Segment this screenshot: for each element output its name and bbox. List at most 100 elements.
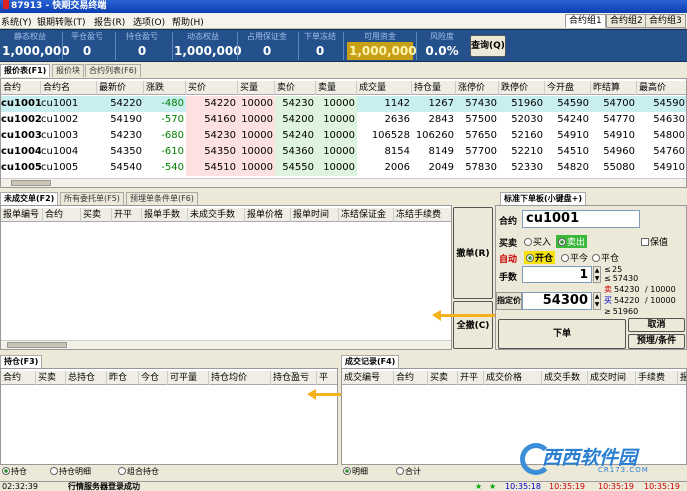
quote-horizontal-scrollbar[interactable]: [1, 178, 686, 187]
tab-standard-order[interactable]: 标准下单板(小键盘+): [500, 192, 587, 205]
menu-options[interactable]: 选项(O): [133, 15, 165, 28]
orders-col-header[interactable]: 买卖: [81, 208, 112, 222]
open-radio[interactable]: 开仓: [524, 251, 556, 264]
tab-positions[interactable]: 持仓(F3): [0, 355, 43, 368]
tab-group-2[interactable]: 合约组2: [606, 14, 647, 28]
quote-col-header[interactable]: 持仓量: [412, 81, 456, 95]
tab-quote-table[interactable]: 报价表(F1): [0, 64, 51, 77]
tab-trades-detail[interactable]: 明细: [343, 466, 368, 479]
quote-col-header[interactable]: 涨停价: [456, 81, 499, 95]
cancel-order-button[interactable]: 撤单(R): [453, 207, 493, 299]
price-limit-row[interactable]: 卖 54230 / 10000: [604, 284, 686, 295]
preset-order-button[interactable]: 预埋/条件: [628, 334, 685, 349]
quote-col-header[interactable]: 最新价: [97, 81, 144, 95]
quote-col-header[interactable]: 买价: [186, 81, 238, 95]
tab-contract-list[interactable]: 合约列表(F6): [85, 64, 141, 77]
submit-order-button[interactable]: 下单: [498, 319, 626, 349]
orders-col-header[interactable]: 报单编号: [1, 208, 43, 222]
quote-col-header[interactable]: 卖量: [316, 81, 357, 95]
order-entry-panel: 合约 cu1001 买卖 买入 卖出 保值 自动 开仓 平今 平仓 手数 1 ▲…: [495, 205, 687, 350]
positions-col-header[interactable]: 平: [317, 371, 337, 385]
price-limit-row[interactable]: ≥51960: [604, 306, 686, 317]
quote-row[interactable]: cu1004 cu1004 54350 -610 54350 10000 54360 1000…: [1, 144, 686, 160]
quote-cell: 54700: [603, 98, 635, 109]
trades-col-header[interactable]: 开平: [458, 371, 484, 385]
buy-radio[interactable]: 买入: [524, 235, 551, 248]
account-summary: 静态权益 1,000,000 平仓盈亏 0 持仓盈亏 0 动态权益 1,000,000 …: [0, 29, 687, 62]
query-button[interactable]: 查询(Q): [470, 35, 506, 57]
quote-col-header[interactable]: 最高价: [637, 81, 686, 95]
orders-col-header[interactable]: 报单时间: [291, 208, 339, 222]
quote-col-header[interactable]: 涨跌: [144, 81, 186, 95]
menu-system[interactable]: 系统(Y): [1, 15, 32, 28]
orders-col-header[interactable]: 报单价格: [245, 208, 291, 222]
positions-col-header[interactable]: 昨仓: [107, 371, 139, 385]
quote-cell: 52160: [511, 130, 543, 141]
orders-col-header[interactable]: 报单手数: [142, 208, 188, 222]
orders-col-header[interactable]: 合约: [43, 208, 81, 222]
positions-col-header[interactable]: 持仓盈亏: [271, 371, 317, 385]
trades-col-header[interactable]: 成交手数: [542, 371, 588, 385]
preserve-checkbox[interactable]: 保值: [641, 235, 668, 248]
quote-row[interactable]: cu1002 cu1002 54190 -570 54160 10000 54200 1000…: [1, 112, 686, 128]
quote-col-header[interactable]: 卖价: [275, 81, 316, 95]
quote-col-header[interactable]: 跌停价: [499, 81, 545, 95]
quote-col-header[interactable]: 买量: [238, 81, 275, 95]
price-spinner[interactable]: ▲ ▼: [593, 292, 601, 310]
menu-help[interactable]: 帮助(H): [172, 15, 204, 28]
tab-trades[interactable]: 成交记录(F4): [341, 355, 400, 368]
close-radio[interactable]: 平仓: [592, 251, 619, 264]
tab-preset-orders[interactable]: 预埋单条件单(F6): [126, 192, 198, 205]
qty-input[interactable]: 1: [522, 266, 592, 283]
menu-bank-transfer[interactable]: 银期转账(T): [37, 15, 86, 28]
quote-col-header[interactable]: 昨结算: [591, 81, 637, 95]
orders-col-header[interactable]: 未成交手数: [188, 208, 245, 222]
positions-col-header[interactable]: 总持仓: [66, 371, 107, 385]
cancel-entry-button[interactable]: 取消: [628, 318, 685, 332]
price-limit-row[interactable]: 买 54220 / 10000: [604, 295, 686, 306]
sell-radio[interactable]: 卖出: [556, 235, 588, 248]
tab-quote-block[interactable]: 报价块: [52, 64, 84, 77]
positions-col-header[interactable]: 持仓均价: [209, 371, 271, 385]
orders-horizontal-scrollbar[interactable]: [1, 340, 451, 349]
trades-col-header[interactable]: 买卖: [428, 371, 458, 385]
trades-col-header[interactable]: 合约: [394, 371, 428, 385]
quote-row[interactable]: cu1005 cu1005 54540 -540 54510 10000 54550 1000…: [1, 160, 686, 176]
contract-input[interactable]: cu1001: [522, 210, 640, 228]
price-label[interactable]: 指定价: [496, 292, 522, 310]
orders-col-header[interactable]: 冻结手续费: [394, 208, 451, 222]
positions-col-header[interactable]: 买卖: [36, 371, 66, 385]
positions-col-header[interactable]: 今仓: [139, 371, 168, 385]
quote-row[interactable]: cu1001 cu1001 54220 -480 54220 10000 54230 1000…: [1, 96, 686, 112]
trades-col-header[interactable]: 成交编号: [342, 371, 394, 385]
orders-col-header[interactable]: 冻结保证金: [339, 208, 394, 222]
menu-report[interactable]: 报告(R): [94, 15, 125, 28]
positions-col-header[interactable]: 可平量: [168, 371, 209, 385]
price-input[interactable]: 54300: [522, 292, 592, 310]
tab-combo-positions[interactable]: 组合持仓: [118, 466, 159, 479]
tab-pending-orders[interactable]: 未成交单(F2): [0, 192, 59, 205]
trades-col-header[interactable]: 手续费: [636, 371, 678, 385]
tab-group-1[interactable]: 合约组1: [565, 14, 606, 28]
tab-trades-total[interactable]: 合计: [396, 466, 421, 479]
quote-col-header[interactable]: 合约名: [41, 81, 97, 95]
quote-col-header[interactable]: 合约: [1, 81, 41, 95]
tab-positions-summary[interactable]: 持仓: [2, 466, 27, 479]
trades-col-header[interactable]: 成交价格: [484, 371, 542, 385]
quote-row[interactable]: cu1003 cu1003 54230 -680 54230 10000 54240 1000…: [1, 128, 686, 144]
summary-risk: 风险度 0.0%: [425, 32, 459, 58]
orders-col-header[interactable]: 开平: [112, 208, 142, 222]
trades-col-header[interactable]: 报: [678, 371, 686, 385]
cancel-all-button[interactable]: 全撤(C): [453, 301, 493, 349]
tab-positions-detail[interactable]: 持仓明细: [50, 466, 91, 479]
tab-group-3[interactable]: 合约组3: [645, 14, 686, 28]
quote-col-header[interactable]: 成交量: [357, 81, 412, 95]
tab-all-orders[interactable]: 所有委托单(F5): [60, 192, 124, 205]
qty-spinner[interactable]: ▲ ▼: [593, 266, 601, 283]
price-limit-row[interactable]: ≤57430: [604, 273, 686, 284]
close-today-radio[interactable]: 平今: [561, 251, 588, 264]
quote-cell: 54190: [110, 114, 142, 125]
trades-col-header[interactable]: 成交时间: [588, 371, 636, 385]
quote-col-header[interactable]: 今开盘: [545, 81, 591, 95]
positions-col-header[interactable]: 合约: [1, 371, 36, 385]
